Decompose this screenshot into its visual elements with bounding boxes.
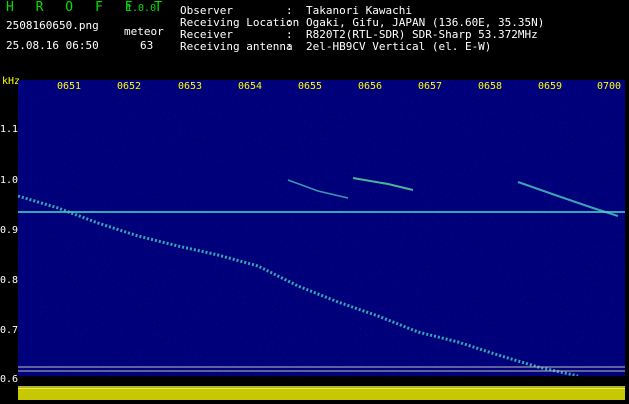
antenna-key: Receiving antenna [180, 40, 293, 53]
header-panel: H R O F F T 1.0.0 2508160650.png 25.08.1… [0, 0, 629, 74]
y-tick-label: 0.6 [0, 374, 19, 385]
y-tick-label: 1.0 [0, 175, 19, 186]
spectrogram-plot [18, 80, 625, 376]
antenna-colon: : [286, 40, 293, 53]
file-datetime: 25.08.16 06:50 [6, 39, 99, 52]
detection-count: 63 [140, 39, 154, 52]
y-tick-label: 1.1 [0, 124, 19, 135]
signal-level-bar [18, 388, 625, 400]
x-tick-label: 0651 [57, 81, 82, 92]
x-tick-label: 0655 [298, 81, 323, 92]
file-name: 2508160650.png [6, 19, 99, 32]
y-tick-label: 0.7 [0, 325, 19, 336]
x-tick-label: 0658 [478, 81, 503, 92]
x-tick-label: 0654 [238, 81, 263, 92]
app-version: 1.0.0 [126, 3, 157, 14]
signal-level-strip [18, 376, 625, 400]
signal-level-peak [18, 386, 625, 389]
x-tick-label: 0657 [418, 81, 443, 92]
antenna-value: 2el-HB9CV Vertical (el. E-W) [306, 40, 492, 53]
x-tick-label: 0656 [358, 81, 383, 92]
signal-level-svg [18, 376, 625, 400]
x-tick-label: 0659 [538, 81, 563, 92]
spectrogram-svg [18, 80, 625, 376]
x-tick-label: 0700 [597, 81, 622, 92]
detection-label: meteor [124, 25, 164, 38]
y-tick-label: 0.8 [0, 275, 19, 286]
x-tick-label: 0652 [117, 81, 142, 92]
y-tick-label: 0.9 [0, 225, 19, 236]
x-tick-label: 0653 [178, 81, 203, 92]
